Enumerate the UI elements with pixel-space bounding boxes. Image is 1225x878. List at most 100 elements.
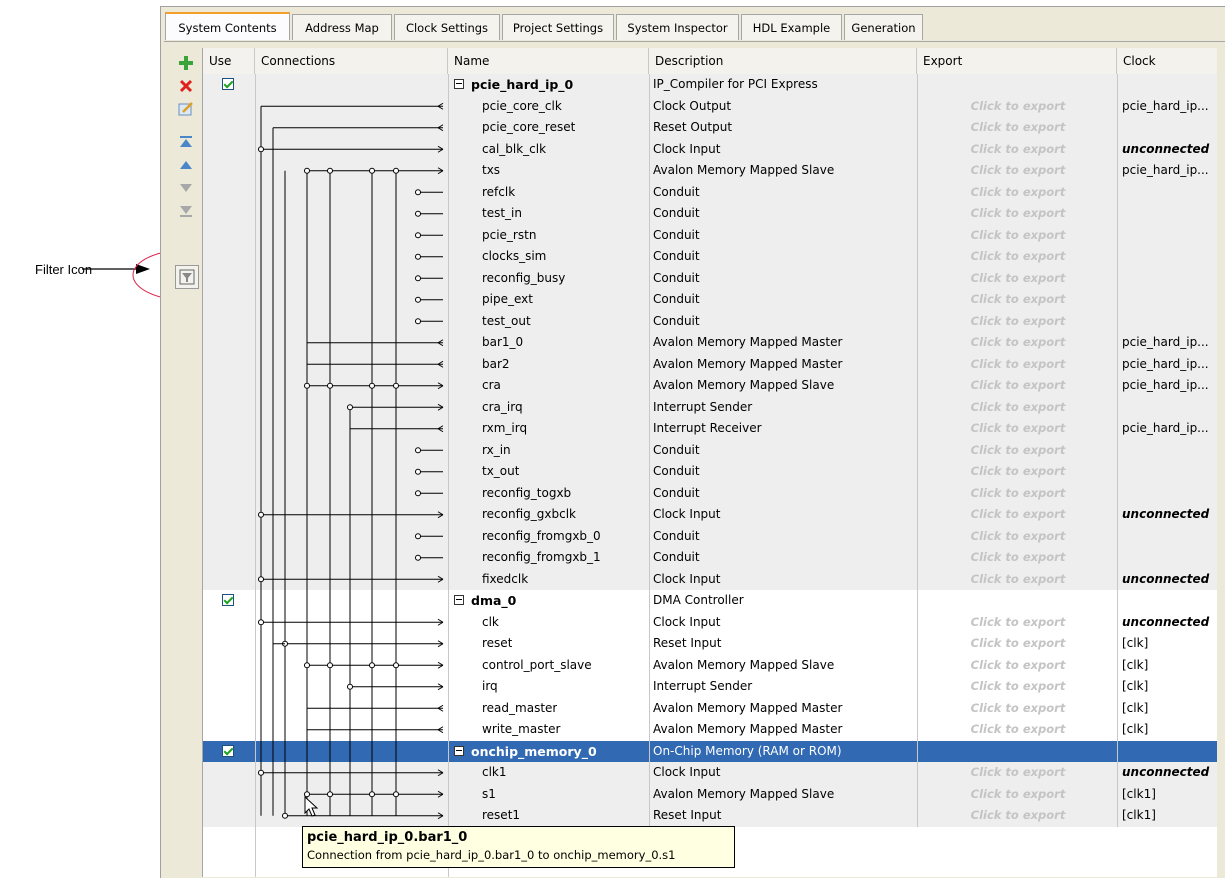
col-use[interactable]: Use [203,48,255,74]
export-cell[interactable]: Click to export [917,375,1118,397]
export-cell[interactable]: Click to export [917,396,1118,418]
clock-cell[interactable] [1117,396,1217,418]
tab-system-contents[interactable]: System Contents [165,12,290,40]
collapse-icon[interactable] [454,745,464,756]
export-cell[interactable]: Click to export [917,203,1118,225]
export-cell[interactable]: Click to export [917,719,1118,741]
clock-cell[interactable]: [clk1] [1117,783,1217,805]
export-cell[interactable] [917,740,1118,762]
export-cell[interactable]: Click to export [917,418,1118,440]
interface-row[interactable]: txs Avalon Memory Mapped Slave Click to ex… [203,160,1217,182]
export-cell[interactable]: Click to export [917,676,1118,698]
export-cell[interactable]: Click to export [917,783,1118,805]
clock-cell[interactable]: [clk] [1117,633,1217,655]
col-clock[interactable]: Clock [1117,48,1217,74]
clock-cell[interactable]: pcie_hard_ip... [1117,332,1217,354]
tab-system-inspector[interactable]: System Inspector [616,14,739,40]
clock-cell[interactable] [1117,439,1217,461]
clock-cell[interactable] [1117,525,1217,547]
interface-row[interactable]: clk Clock Input Click to export unconnected [203,611,1217,633]
clock-cell[interactable] [1117,740,1217,762]
clock-cell[interactable]: unconnected [1117,611,1217,633]
interface-row[interactable]: reset Reset Input Click to export [clk] [203,633,1217,655]
interface-row[interactable]: read_master Avalon Memory Mapped Master Cl… [203,697,1217,719]
clock-cell[interactable]: pcie_hard_ip... [1117,353,1217,375]
export-cell[interactable] [917,590,1118,612]
clock-cell[interactable] [1117,461,1217,483]
export-cell[interactable]: Click to export [917,633,1118,655]
interface-row[interactable]: test_in Conduit Click to export [203,203,1217,225]
interface-row[interactable]: fixedclk Clock Input Click to export unconn… [203,568,1217,590]
interface-row[interactable]: pipe_ext Conduit Click to export [203,289,1217,311]
clock-cell[interactable] [1117,590,1217,612]
clock-cell[interactable] [1117,547,1217,569]
interface-row[interactable]: control_port_slave Avalon Memory Mapped S… [203,654,1217,676]
export-cell[interactable]: Click to export [917,353,1118,375]
clock-cell[interactable]: pcie_hard_ip... [1117,418,1217,440]
export-cell[interactable]: Click to export [917,117,1118,139]
move-down-icon[interactable] [176,178,196,198]
export-cell[interactable]: Click to export [917,525,1118,547]
interface-row[interactable]: s1 Avalon Memory Mapped Slave Click to exp… [203,783,1217,805]
clock-cell[interactable] [1117,289,1217,311]
export-cell[interactable]: Click to export [917,762,1118,784]
move-up-icon[interactable] [176,155,196,175]
interface-row[interactable]: write_master Avalon Memory Mapped Master C… [203,719,1217,741]
tab-address-map[interactable]: Address Map [292,14,392,40]
tab-clock-settings[interactable]: Clock Settings [394,14,500,40]
filter-icon[interactable] [175,265,199,289]
interface-row[interactable]: rx_in Conduit Click to export [203,439,1217,461]
export-cell[interactable]: Click to export [917,138,1118,160]
tab-generation[interactable]: Generation [844,14,923,40]
interface-row[interactable]: cra_irq Interrupt Sender Click to export [203,396,1217,418]
component-row[interactable]: dma_0 DMA Controller [203,590,1217,612]
export-cell[interactable]: Click to export [917,181,1118,203]
export-cell[interactable]: Click to export [917,568,1118,590]
interface-row[interactable]: clocks_sim Conduit Click to export [203,246,1217,268]
export-cell[interactable]: Click to export [917,332,1118,354]
interface-row[interactable]: clk1 Clock Input Click to export unconnecte… [203,762,1217,784]
interface-row[interactable]: bar2 Avalon Memory Mapped Master Click to … [203,353,1217,375]
interface-row[interactable]: pcie_core_clk Clock Output Click to export… [203,95,1217,117]
clock-cell[interactable]: [clk] [1117,654,1217,676]
export-cell[interactable]: Click to export [917,246,1118,268]
clock-cell[interactable]: unconnected [1117,762,1217,784]
export-cell[interactable]: Click to export [917,805,1118,827]
use-checkbox[interactable] [222,594,234,606]
clock-cell[interactable] [1117,482,1217,504]
tab-project-settings[interactable]: Project Settings [502,14,614,40]
interface-row[interactable]: bar1_0 Avalon Memory Mapped Master Click t… [203,332,1217,354]
interface-row[interactable]: reconfig_fromgxb_0 Conduit Click to export [203,525,1217,547]
export-cell[interactable]: Click to export [917,267,1118,289]
clock-cell[interactable] [1117,181,1217,203]
clock-cell[interactable] [1117,224,1217,246]
clock-cell[interactable] [1117,203,1217,225]
use-checkbox[interactable] [222,78,234,90]
interface-row[interactable]: reconfig_fromgxb_1 Conduit Click to export [203,547,1217,569]
interface-row[interactable]: cra Avalon Memory Mapped Slave Click to ex… [203,375,1217,397]
interface-row[interactable]: refclk Conduit Click to export [203,181,1217,203]
interface-row[interactable]: cal_blk_clk Clock Input Click to export unc… [203,138,1217,160]
col-description[interactable]: Description [649,48,917,74]
clock-cell[interactable]: pcie_hard_ip... [1117,160,1217,182]
interface-row[interactable]: reconfig_busy Conduit Click to export [203,267,1217,289]
move-top-icon[interactable] [176,132,196,152]
export-cell[interactable]: Click to export [917,289,1118,311]
edit-icon[interactable] [176,99,196,119]
clock-cell[interactable] [1117,117,1217,139]
interface-row[interactable]: reconfig_gxbclk Clock Input Click to expor… [203,504,1217,526]
interface-row[interactable]: rxm_irq Interrupt Receiver Click to export… [203,418,1217,440]
export-cell[interactable]: Click to export [917,547,1118,569]
interface-row[interactable]: tx_out Conduit Click to export [203,461,1217,483]
export-cell[interactable]: Click to export [917,504,1118,526]
clock-cell[interactable]: pcie_hard_ip... [1117,375,1217,397]
clock-cell[interactable] [1117,246,1217,268]
tab-hdl-example[interactable]: HDL Example [741,14,842,40]
component-row[interactable]: pcie_hard_ip_0 IP_Compiler for PCI Expres… [203,74,1217,96]
clock-cell[interactable] [1117,74,1217,96]
export-cell[interactable]: Click to export [917,439,1118,461]
export-cell[interactable]: Click to export [917,654,1118,676]
col-name[interactable]: Name [448,48,649,74]
export-cell[interactable]: Click to export [917,482,1118,504]
export-cell[interactable]: Click to export [917,95,1118,117]
